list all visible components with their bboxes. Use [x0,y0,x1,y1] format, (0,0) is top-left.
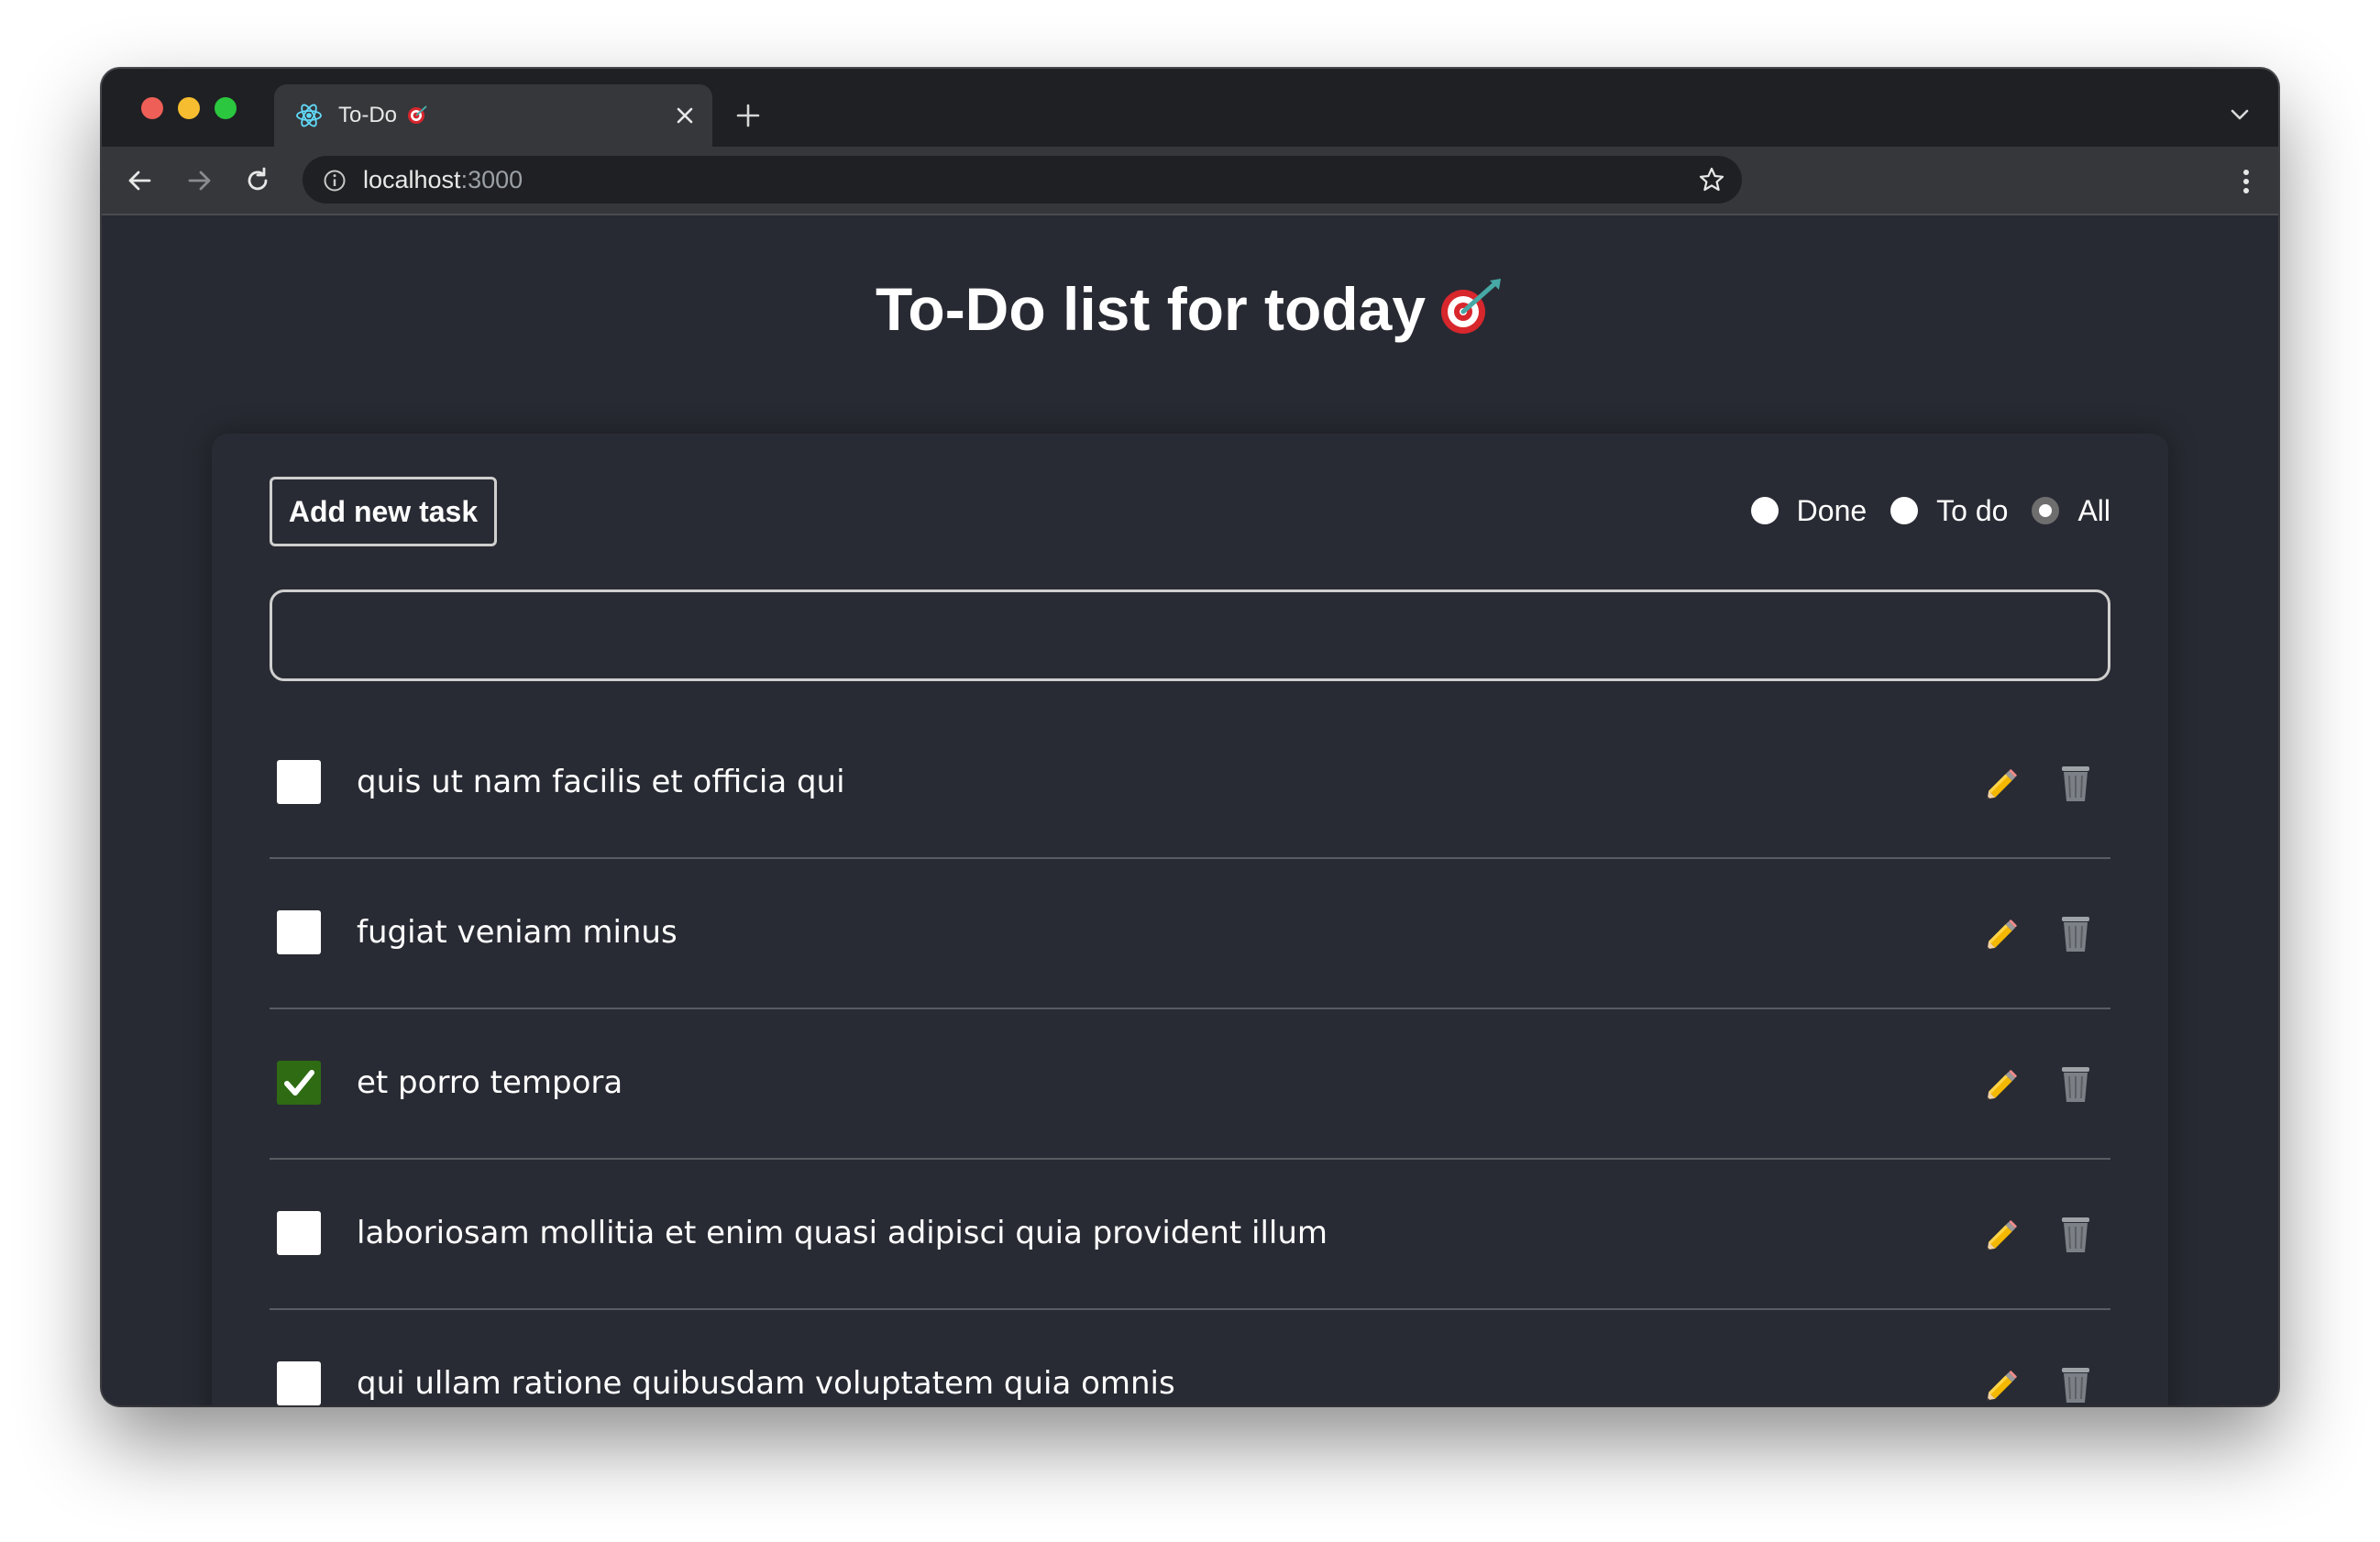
browser-tab[interactable]: To-Do [274,84,712,147]
add-new-task-button[interactable]: Add new task [270,477,497,546]
maximize-window-button[interactable] [215,97,237,119]
react-icon [296,104,322,127]
info-icon[interactable] [323,169,347,193]
task-text: laboriosam mollitia et enim quasi adipis… [357,1215,1328,1251]
new-tab-icon[interactable] [736,104,760,127]
todo-card: Add new task Done To do All quis ut nam fa… [212,434,2168,1405]
filter-label[interactable]: To do [1936,492,2008,529]
pencil-icon[interactable] [1984,1066,2021,1103]
filter-group: Done To do All [1727,492,2110,529]
task-checkbox[interactable] [277,1361,321,1405]
close-window-button[interactable] [141,97,163,119]
tab-title: To-Do [338,102,429,129]
wastebasket-icon[interactable] [2057,762,2094,804]
wastebasket-icon[interactable] [2057,912,2094,954]
pencil-icon[interactable] [1984,1367,2021,1404]
task-row: qui ullam ratione quibusdam voluptatem q… [270,1310,2110,1405]
task-row: laboriosam mollitia et enim quasi adipis… [270,1160,2110,1310]
task-text: quis ut nam facilis et officia qui [357,764,845,800]
close-tab-icon[interactable] [674,105,696,127]
filter-radio-to-do[interactable] [1890,497,1919,524]
reload-icon[interactable] [243,166,272,195]
forward-arrow-icon[interactable] [184,166,214,195]
back-arrow-icon[interactable] [126,166,155,195]
task-text: fugiat veniam minus [357,914,678,951]
pencil-icon[interactable] [1984,765,2021,802]
filter-label[interactable]: Done [1797,492,1868,529]
task-row: fugiat veniam minus [270,859,2110,1009]
task-text: qui ullam ratione quibusdam voluptatem q… [357,1365,1175,1402]
task-list: quis ut nam facilis et officia qui fugiat… [270,709,2110,1405]
page-title: To-Do list for today [102,272,2278,346]
task-text: et porro tempora [357,1064,623,1101]
task-checkbox[interactable] [277,760,321,804]
pencil-icon[interactable] [1984,916,2021,953]
browser-toolbar: localhost:3000 [102,147,2278,215]
wastebasket-icon[interactable] [2057,1213,2094,1255]
wastebasket-icon[interactable] [2057,1063,2094,1105]
direct-hit-icon [1441,279,1502,334]
task-checkbox[interactable] [277,910,321,954]
minimize-window-button[interactable] [178,97,200,119]
task-checkbox[interactable] [277,1211,321,1255]
page-content: To-Do list for today Add new task Done To… [102,215,2278,1405]
more-menu-icon[interactable] [2242,168,2251,195]
filter-label[interactable]: All [2077,492,2110,529]
task-row: et porro tempora [270,1009,2110,1160]
direct-hit-icon [407,105,427,124]
task-checkbox[interactable] [277,1061,321,1105]
new-task-input[interactable] [270,589,2110,681]
filter-radio-all[interactable] [2032,497,2060,524]
bookmark-star-icon[interactable] [1698,166,1725,193]
wastebasket-icon[interactable] [2057,1363,2094,1405]
chevron-down-icon[interactable] [2229,107,2251,122]
address-bar[interactable]: localhost:3000 [303,156,1742,204]
task-row: quis ut nam facilis et officia qui [270,709,2110,859]
browser-window: To-Do localhost:3000 To-Do list for toda… [102,69,2278,1405]
pencil-icon[interactable] [1984,1217,2021,1253]
title-bar: To-Do [102,69,2278,147]
url-text: localhost:3000 [363,166,523,193]
filter-radio-done[interactable] [1750,497,1779,524]
